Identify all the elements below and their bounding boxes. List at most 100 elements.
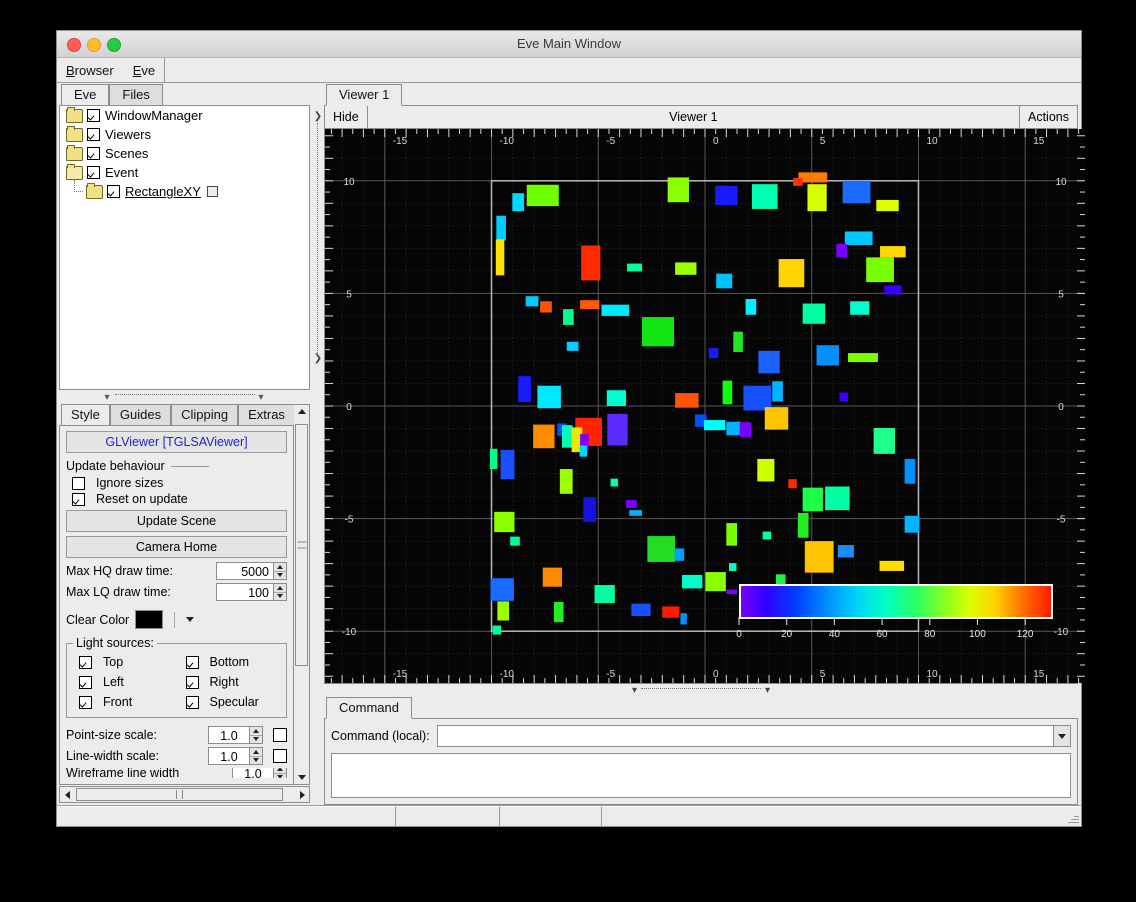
- tree-item-rectanglexy[interactable]: RectangleXY: [60, 180, 309, 201]
- light-specular-checkbox[interactable]: [185, 695, 199, 709]
- max-lq-draw-time-input[interactable]: 100: [216, 583, 274, 601]
- line-width-scale-stepper[interactable]: [250, 747, 263, 765]
- stepper-up-icon[interactable]: [250, 727, 262, 736]
- stepper-down-icon[interactable]: [274, 773, 286, 778]
- scroll-thumb[interactable]: [76, 788, 283, 801]
- line-width-scale-input[interactable]: 1.0: [208, 747, 250, 765]
- data-rectangle: [751, 184, 778, 209]
- max-hq-draw-time-input[interactable]: 5000: [216, 562, 274, 580]
- camera-home-button[interactable]: Camera Home: [66, 536, 287, 558]
- tree-checkbox[interactable]: [107, 185, 120, 198]
- style-panel-vertical-scrollbar[interactable]: [294, 404, 310, 785]
- max-hq-draw-time-stepper[interactable]: [274, 562, 287, 580]
- ignore-sizes-checkbox[interactable]: [72, 476, 85, 490]
- light-specular-row[interactable]: Specular: [185, 695, 281, 709]
- max-lq-draw-time-stepper[interactable]: [274, 583, 287, 601]
- tree-checkbox[interactable]: [87, 128, 100, 141]
- light-top-checkbox[interactable]: [79, 655, 92, 669]
- line-width-scale-checkbox[interactable]: [273, 749, 287, 763]
- tree-item-label: Event: [105, 165, 139, 180]
- update-scene-button[interactable]: Update Scene: [66, 510, 287, 532]
- command-combobox[interactable]: [436, 725, 1071, 747]
- stepper-down-icon[interactable]: [250, 735, 262, 743]
- chevron-down-icon[interactable]: [186, 617, 195, 622]
- axis-tick-label: -10: [500, 669, 515, 680]
- light-front-row[interactable]: Front: [79, 695, 174, 709]
- data-rectangle: [837, 545, 854, 558]
- hide-button[interactable]: Hide: [325, 106, 368, 128]
- wireframe-line-width-stepper[interactable]: [274, 768, 287, 778]
- point-size-scale-stepper[interactable]: [250, 726, 263, 744]
- stepper-up-icon[interactable]: [250, 748, 262, 757]
- data-rectangle: [497, 601, 510, 621]
- light-left-checkbox[interactable]: [79, 675, 92, 689]
- gl-viewer-canvas[interactable]: -15 -10 -5 0 5 10 15 -15 -10 -5 0 5 10 15 -10 -5 0 5 10 -10…: [325, 129, 1085, 683]
- main-vertical-splitter[interactable]: ❯ ❯: [312, 83, 324, 805]
- tree-item-event[interactable]: Event: [60, 163, 309, 182]
- stepper-down-icon[interactable]: [274, 571, 286, 579]
- tab-style[interactable]: Style: [61, 404, 110, 426]
- scroll-up-icon[interactable]: [294, 405, 309, 418]
- tree-item-scenes[interactable]: Scenes: [60, 144, 309, 163]
- style-panel-horizontal-scrollbar[interactable]: [59, 786, 310, 803]
- stepper-down-icon[interactable]: [274, 592, 286, 600]
- resize-grip-icon[interactable]: [1067, 812, 1079, 824]
- data-rectangle: [583, 497, 597, 522]
- clear-color-swatch[interactable]: [135, 610, 164, 629]
- command-dropdown-button[interactable]: [1053, 726, 1070, 746]
- scroll-track[interactable]: [294, 418, 309, 771]
- reset-on-update-checkbox[interactable]: [72, 492, 85, 506]
- menu-eve[interactable]: Eve: [124, 58, 166, 82]
- menu-browser[interactable]: Browser: [57, 58, 124, 82]
- wireframe-line-width-input[interactable]: 1.0: [232, 768, 274, 778]
- tree-checkbox[interactable]: [87, 109, 100, 122]
- light-right-checkbox[interactable]: [185, 675, 199, 689]
- point-size-scale-checkbox[interactable]: [273, 728, 287, 742]
- window-title: Eve Main Window: [516, 36, 622, 51]
- reset-on-update-row[interactable]: Reset on update: [72, 492, 287, 506]
- scroll-left-icon[interactable]: [60, 790, 74, 799]
- ignore-sizes-row[interactable]: Ignore sizes: [72, 476, 287, 490]
- style-tab-content: GLViewer [TGLSAViewer] Update behaviour …: [59, 425, 294, 785]
- stepper-up-icon[interactable]: [274, 584, 286, 593]
- tab-guides[interactable]: Guides: [109, 404, 172, 425]
- tab-clipping[interactable]: Clipping: [171, 404, 239, 425]
- tab-eve[interactable]: Eve: [61, 84, 110, 106]
- data-rectangle: [581, 245, 601, 281]
- render-toggle-box[interactable]: [206, 186, 218, 197]
- tree-checkbox[interactable]: [87, 166, 100, 179]
- light-bottom-checkbox[interactable]: [185, 655, 199, 669]
- browser-style-splitter[interactable]: ▾ ▾: [57, 390, 312, 404]
- scroll-down-icon[interactable]: [294, 771, 309, 784]
- data-rectangle: [802, 487, 823, 512]
- light-front-checkbox[interactable]: [79, 695, 92, 709]
- viewer-command-splitter[interactable]: ▾ ▾: [324, 684, 1078, 697]
- actions-button[interactable]: Actions: [1019, 106, 1077, 128]
- scroll-track[interactable]: [74, 787, 295, 802]
- light-bottom-row[interactable]: Bottom: [185, 655, 281, 669]
- point-size-scale-input[interactable]: 1.0: [208, 726, 250, 744]
- data-rectangle: [512, 193, 525, 212]
- command-input[interactable]: [437, 726, 1053, 746]
- tree-item-windowmanager[interactable]: WindowManager: [60, 106, 309, 125]
- object-tree[interactable]: WindowManager Viewers Scenes Event Recta…: [59, 105, 310, 390]
- stepper-up-icon[interactable]: [274, 563, 286, 572]
- tree-item-viewers[interactable]: Viewers: [60, 125, 309, 144]
- axis-tick-label: 0: [346, 402, 352, 413]
- tab-extras[interactable]: Extras: [238, 404, 295, 425]
- stepper-down-icon[interactable]: [250, 756, 262, 764]
- scroll-right-icon[interactable]: [295, 790, 309, 799]
- tab-command[interactable]: Command: [326, 697, 412, 719]
- tab-viewer-1[interactable]: Viewer 1: [326, 84, 403, 106]
- tab-files[interactable]: Files: [109, 84, 163, 105]
- light-top-row[interactable]: Top: [79, 655, 174, 669]
- statusbar: [57, 805, 1081, 826]
- command-log-area[interactable]: [331, 753, 1071, 798]
- light-right-row[interactable]: Right: [185, 675, 281, 689]
- light-left-row[interactable]: Left: [79, 675, 174, 689]
- data-rectangle: [798, 172, 828, 183]
- tree-checkbox[interactable]: [87, 147, 100, 160]
- scroll-thumb[interactable]: [295, 424, 308, 666]
- axis-tick-label: 10: [343, 177, 355, 188]
- axis-tick-label: 15: [1033, 669, 1045, 680]
